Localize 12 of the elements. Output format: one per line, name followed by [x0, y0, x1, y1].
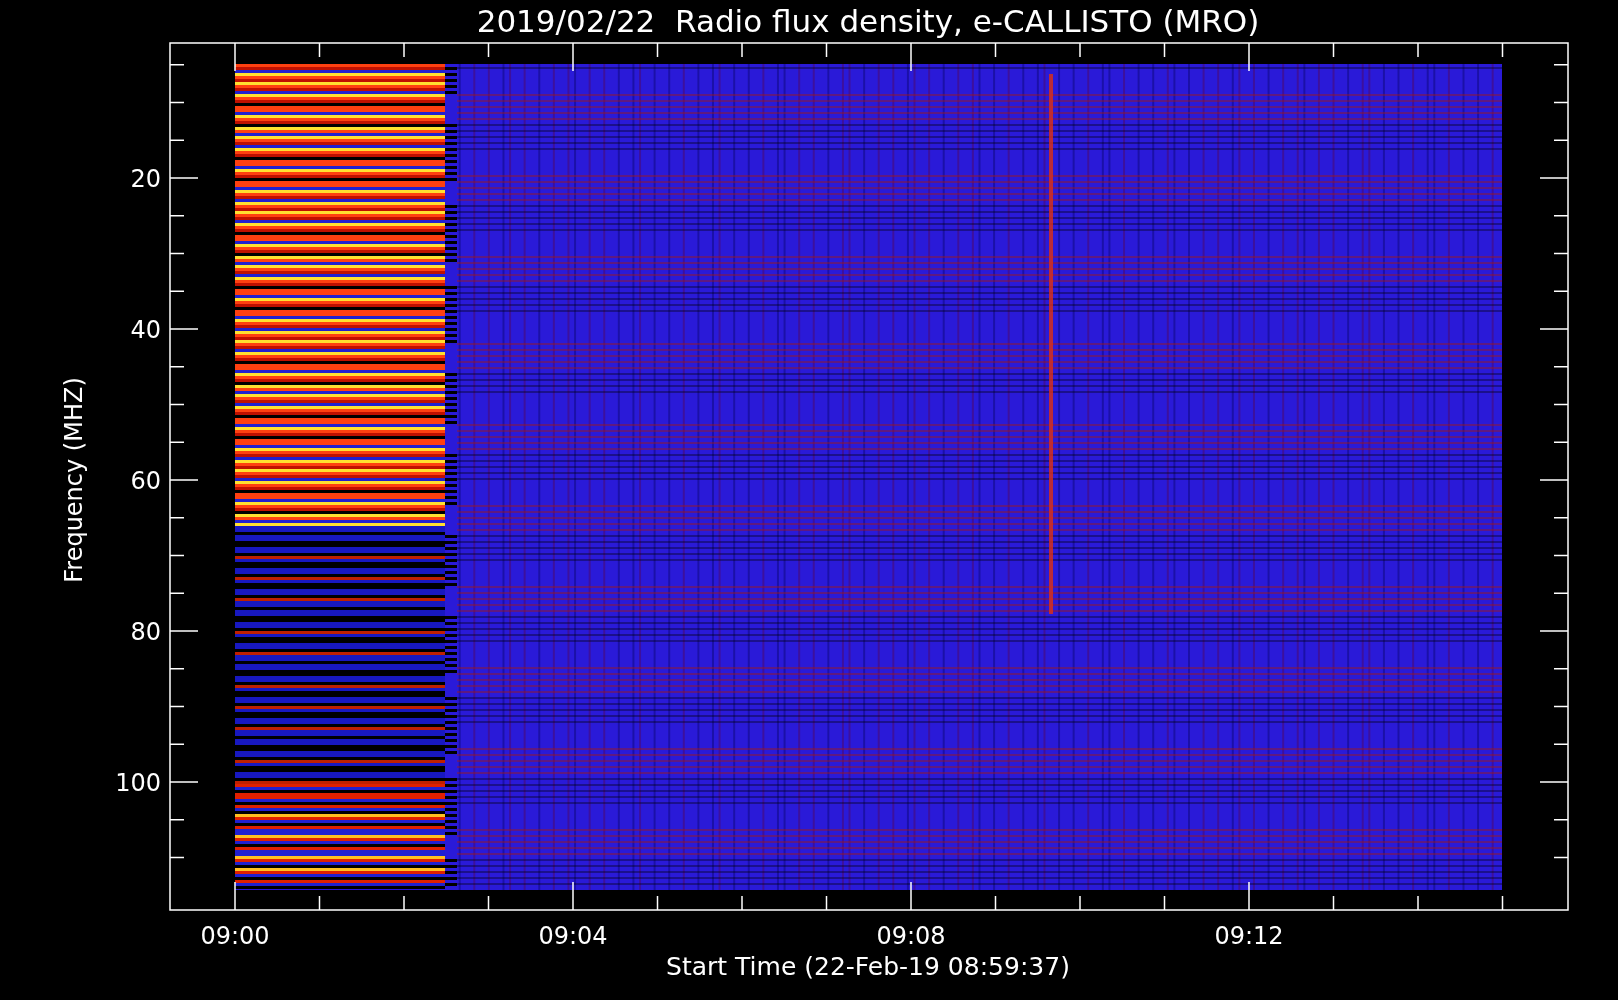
x-tick-label: 09:04 — [538, 922, 608, 950]
x-tick-label: 09:08 — [876, 922, 946, 950]
y-tick-label: 60 — [130, 467, 161, 495]
y-axis-label: Frequency (MHZ) — [60, 377, 88, 583]
x-axis-label: Start Time (22-Feb-19 08:59:37) — [666, 952, 1070, 981]
plot-title: 2019/02/22 Radio flux density, e-CALLISTO (MRO) — [476, 3, 1260, 39]
x-tick-label: 09:12 — [1214, 922, 1284, 950]
x-tick-label: 09:00 — [200, 922, 270, 950]
y-tick-label: 20 — [130, 165, 161, 193]
y-tick-label: 80 — [130, 618, 161, 646]
y-tick-label: 100 — [115, 769, 161, 797]
y-tick-label: 40 — [130, 316, 161, 344]
